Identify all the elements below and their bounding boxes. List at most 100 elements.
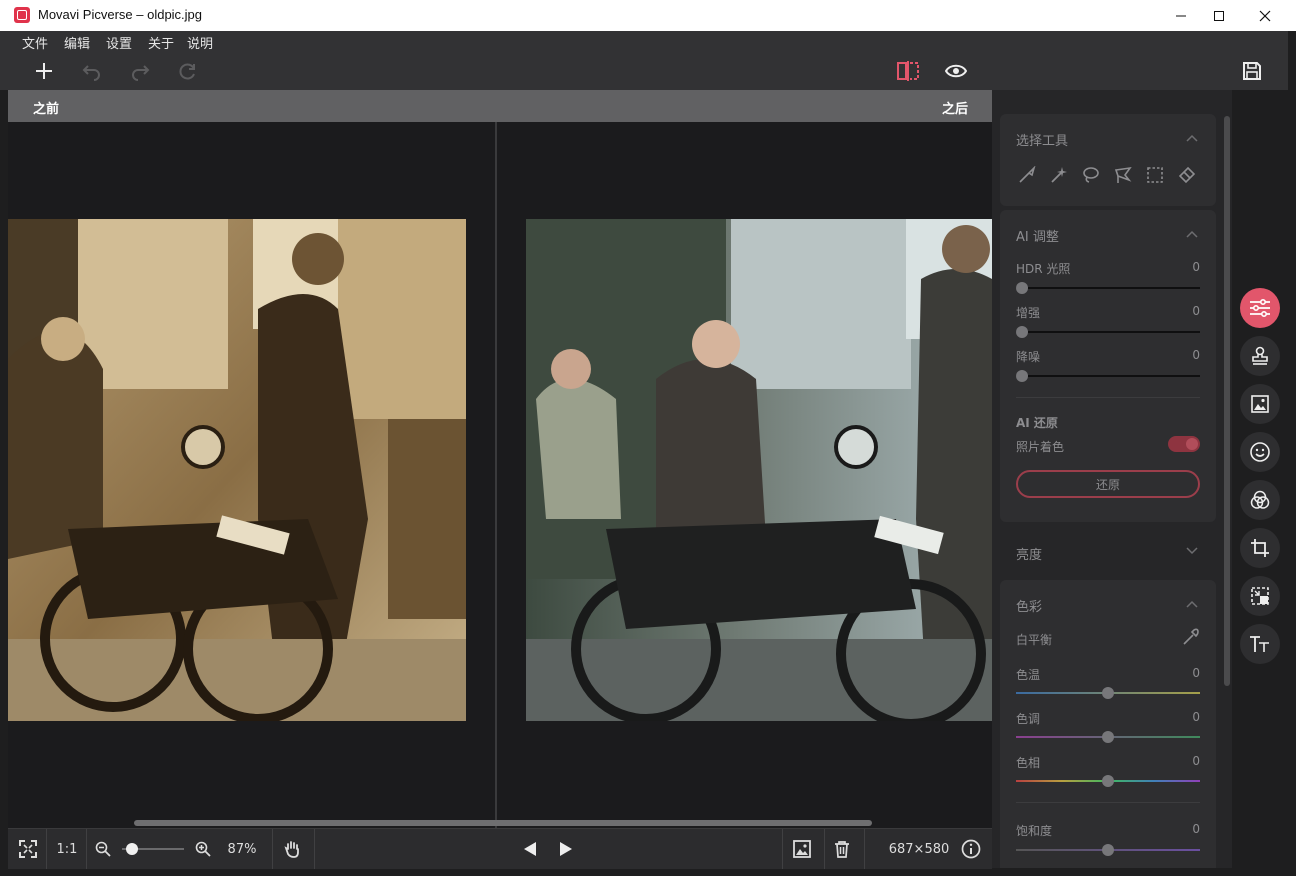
- tint-slider-value: 0: [1192, 710, 1200, 724]
- compare-divider[interactable]: [495, 122, 497, 828]
- background-tool-button[interactable]: [1240, 384, 1280, 424]
- adjust-tool-button[interactable]: [1240, 288, 1280, 328]
- tint-slider-handle[interactable]: [1102, 731, 1114, 743]
- zoom-out-button[interactable]: [92, 829, 114, 869]
- after-label: 之后: [941, 102, 968, 117]
- undo-button[interactable]: [70, 51, 114, 90]
- zoom-in-button[interactable]: [192, 829, 214, 869]
- open-image-button[interactable]: [790, 829, 814, 869]
- window-frame: [1288, 31, 1296, 876]
- before-photo: [8, 219, 466, 721]
- eraser-icon[interactable]: [1178, 166, 1196, 184]
- colorize-toggle[interactable]: [1168, 436, 1200, 452]
- hue-slider-value: 0: [1192, 754, 1200, 768]
- hand-icon: [284, 841, 299, 858]
- crop-tool-button[interactable]: [1240, 528, 1280, 568]
- redo-button[interactable]: [118, 51, 162, 90]
- lasso-icon[interactable]: [1082, 166, 1100, 184]
- ai-adjust-card: AI 调整 HDR 光照 0 增强 0 降噪 0 AI 还原 照片着色 还原: [1000, 210, 1216, 522]
- chevron-up-icon[interactable]: [1186, 600, 1198, 608]
- plus-icon: [36, 62, 52, 79]
- actual-size-button[interactable]: 1:1: [52, 829, 82, 869]
- hand-tool-button[interactable]: [280, 829, 304, 869]
- chevron-up-icon[interactable]: [1186, 230, 1198, 238]
- tool-rail: [1232, 90, 1288, 868]
- hdr-slider-handle[interactable]: [1016, 282, 1028, 294]
- menu-settings[interactable]: 设置: [106, 33, 132, 52]
- bottom-bar: 1:1 87% 687×580: [8, 828, 992, 869]
- hdr-slider-track[interactable]: [1016, 287, 1200, 289]
- color-title: 色彩: [1016, 600, 1043, 615]
- chevron-down-icon[interactable]: [1186, 547, 1198, 555]
- menu-bar: 文件 编辑 设置 关于 说明: [0, 31, 1296, 52]
- selection-tools-title: 选择工具: [1016, 134, 1069, 149]
- close-icon: [1259, 10, 1271, 21]
- white-balance-label: 白平衡: [1016, 633, 1053, 647]
- eyedropper-icon[interactable]: [1182, 628, 1200, 646]
- retouch-tool-button[interactable]: [1240, 432, 1280, 472]
- brightness-title: 亮度: [1016, 548, 1043, 563]
- save-icon: [1243, 61, 1261, 80]
- add-button[interactable]: [22, 51, 66, 90]
- reset-button[interactable]: [166, 51, 210, 90]
- magic-wand-icon[interactable]: [1050, 166, 1068, 184]
- tint-slider-label: 色调: [1016, 712, 1041, 726]
- close-button[interactable]: [1242, 0, 1288, 31]
- save-button[interactable]: [1230, 51, 1274, 90]
- menu-edit[interactable]: 编辑: [64, 33, 90, 52]
- chevron-up-icon[interactable]: [1186, 134, 1198, 142]
- text-tool-button[interactable]: [1240, 624, 1280, 664]
- crop-icon: [1251, 539, 1269, 557]
- fullscreen-icon: [19, 840, 37, 858]
- brush-icon[interactable]: [1018, 166, 1036, 184]
- selection-tools-card: 选择工具: [1000, 114, 1216, 206]
- menu-help[interactable]: 说明: [187, 33, 213, 52]
- hue-slider-handle[interactable]: [1102, 775, 1114, 787]
- polygon-lasso-icon[interactable]: [1114, 166, 1132, 184]
- filters-tool-button[interactable]: [1240, 480, 1280, 520]
- stamp-tool-button[interactable]: [1240, 336, 1280, 376]
- adjustments-panel: 选择工具 AI 调整 HDR 光照 0 增强 0 降噪 0 AI 还原 照片着色…: [992, 90, 1232, 868]
- denoise-slider-handle[interactable]: [1016, 370, 1028, 382]
- minimize-icon: [1176, 15, 1186, 16]
- previous-image-button[interactable]: [518, 829, 542, 869]
- saturation-slider-handle[interactable]: [1102, 844, 1114, 856]
- menu-file[interactable]: 文件: [22, 33, 48, 52]
- info-icon: [961, 839, 981, 859]
- compare-header: 之前 之后: [8, 90, 992, 122]
- enhance-slider-value: 0: [1192, 304, 1200, 318]
- temperature-slider-handle[interactable]: [1102, 687, 1114, 699]
- image-canvas[interactable]: [8, 122, 992, 828]
- next-image-button[interactable]: [554, 829, 578, 869]
- zoom-slider-handle[interactable]: [126, 843, 138, 855]
- maximize-button[interactable]: [1196, 0, 1242, 31]
- window-title: Movavi Picverse – oldpic.jpg: [38, 7, 203, 22]
- compare-split-button[interactable]: [886, 51, 930, 90]
- brightness-section[interactable]: 亮度: [1000, 526, 1216, 578]
- saturation-slider-value: 0: [1192, 822, 1200, 836]
- enhance-slider-handle[interactable]: [1016, 326, 1028, 338]
- stamp-icon: [1252, 346, 1268, 365]
- menu-about[interactable]: 关于: [148, 33, 174, 52]
- restore-button[interactable]: 还原: [1016, 470, 1200, 498]
- denoise-slider-track[interactable]: [1016, 375, 1200, 377]
- enhance-slider-track[interactable]: [1016, 331, 1200, 333]
- resize-icon: [1251, 587, 1269, 605]
- resize-tool-button[interactable]: [1240, 576, 1280, 616]
- zoom-in-icon: [195, 841, 211, 857]
- smiley-icon: [1250, 442, 1270, 462]
- fit-screen-button[interactable]: [14, 829, 42, 869]
- panel-scrollbar[interactable]: [1224, 116, 1230, 686]
- ai-adjust-title: AI 调整: [1016, 230, 1059, 245]
- info-button[interactable]: [960, 829, 982, 869]
- horizontal-scrollbar[interactable]: [134, 820, 872, 826]
- maximize-icon: [1214, 10, 1224, 21]
- denoise-slider-value: 0: [1192, 348, 1200, 362]
- toolbar: [0, 51, 1288, 90]
- preview-button[interactable]: [934, 51, 978, 90]
- color-card: 色彩 白平衡 色温 0 色调 0 色相 0 饱和度 0: [1000, 580, 1216, 868]
- image-dimensions: 687×580: [888, 841, 950, 857]
- delete-button[interactable]: [830, 829, 854, 869]
- title-bar: Movavi Picverse – oldpic.jpg: [0, 0, 1296, 32]
- rect-select-icon[interactable]: [1146, 166, 1164, 184]
